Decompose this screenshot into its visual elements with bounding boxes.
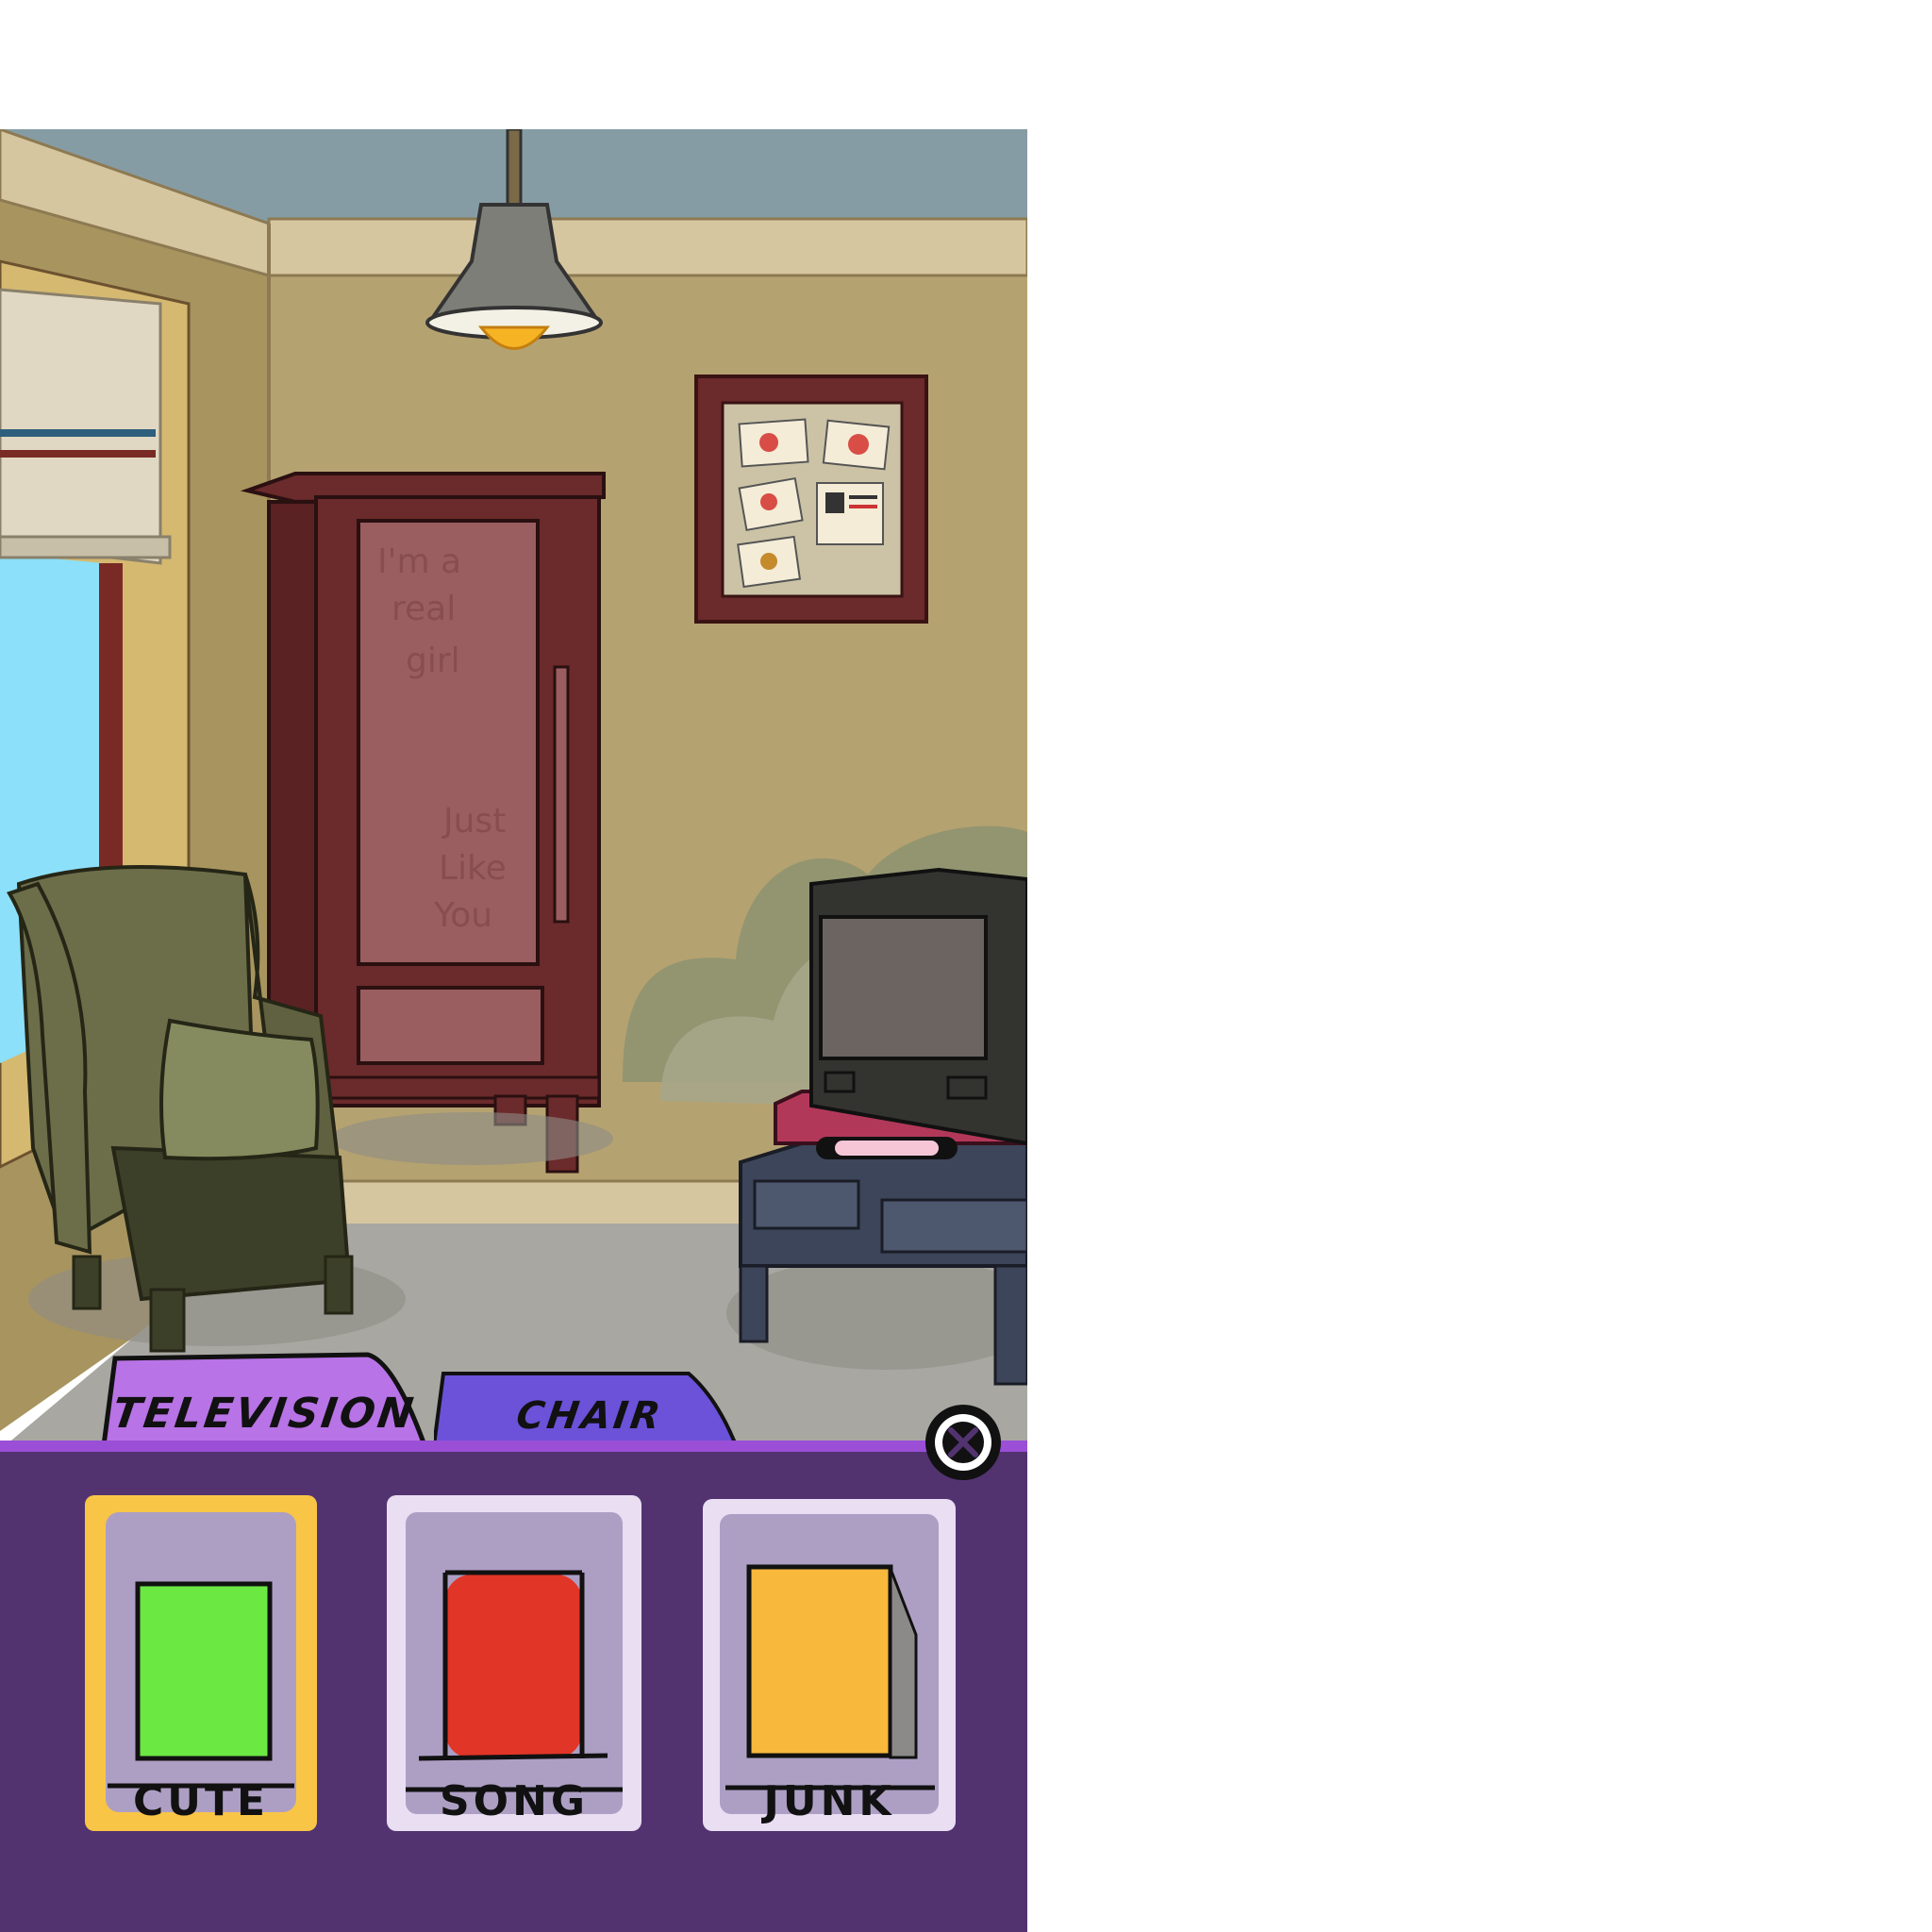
svg-text:I'm a: I'm a [377, 542, 461, 581]
svg-text:Just: Just [441, 802, 506, 841]
corkboard-frame [694, 375, 928, 624]
window-blind [0, 288, 162, 565]
svg-text:girl: girl [406, 641, 460, 680]
tab-chair[interactable]: CHAIR [434, 1370, 745, 1445]
tab-television[interactable]: TELEVISION [94, 1351, 434, 1445]
option-card-junk[interactable]: JUNK [697, 1493, 961, 1837]
card-song-label: SONG [439, 1777, 590, 1825]
card-cute-label: CUTE [132, 1777, 270, 1825]
option-card-cute[interactable]: CUTE [79, 1490, 323, 1837]
card-junk-label: JUNK [763, 1777, 895, 1825]
close-button[interactable] [923, 1402, 1004, 1483]
game-viewport: I'm a real girl Just Like You TELEVISION… [0, 129, 1027, 1932]
option-card-song[interactable]: SONG [381, 1490, 647, 1837]
crown-molding [267, 217, 1027, 277]
tab-chair-label: CHAIR [513, 1394, 666, 1438]
close-x-icon [925, 1405, 1001, 1480]
tab-television-label: TELEVISION [108, 1390, 420, 1438]
svg-text:You: You [433, 896, 492, 935]
svg-text:Like: Like [439, 849, 507, 888]
svg-text:real: real [391, 590, 456, 628]
